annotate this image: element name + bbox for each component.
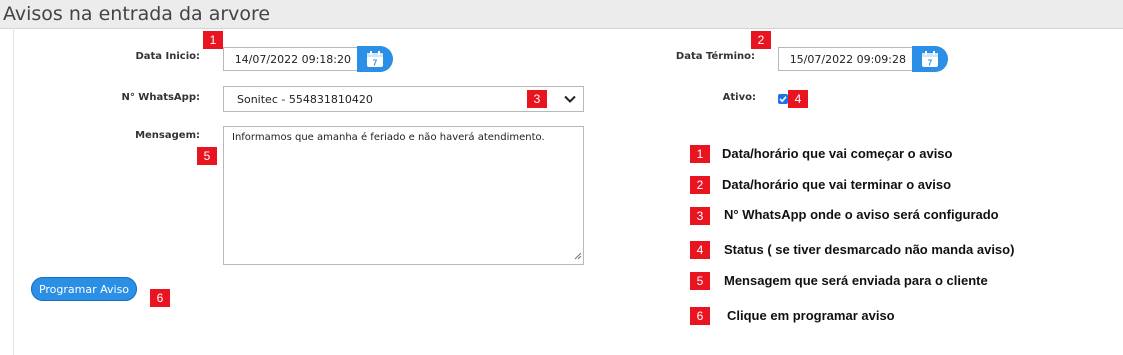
legend-text-5: Mensagem que será enviada para o cliente — [724, 273, 988, 288]
ativo-label: Ativo: — [722, 92, 756, 103]
legend-text-6: Clique em programar aviso — [727, 308, 895, 323]
legend-marker-1: 1 — [690, 145, 710, 163]
calendar-icon: 7 — [922, 51, 938, 68]
legend-marker-4: 4 — [690, 241, 710, 259]
svg-text:7: 7 — [373, 59, 378, 68]
resize-handle-icon[interactable] — [574, 252, 582, 263]
mensagem-label: Mensagem: — [135, 130, 200, 141]
page-header: Avisos na entrada da arvore — [0, 0, 1123, 29]
marker-1: 1 — [203, 31, 223, 49]
legend-marker-2: 2 — [690, 176, 710, 194]
legend-text-4: Status ( se tiver desmarcado não manda a… — [724, 242, 1015, 257]
panel-divider — [13, 28, 14, 355]
legend-text-2: Data/horário que vai terminar o aviso — [722, 177, 952, 192]
svg-text:7: 7 — [928, 59, 933, 68]
marker-6: 6 — [150, 289, 170, 307]
ativo-checkbox[interactable] — [778, 94, 788, 104]
marker-2: 2 — [751, 31, 771, 49]
data-inicio-label: Data Inicio: — [135, 51, 200, 62]
legend-marker-6: 6 — [690, 307, 710, 325]
calendar-icon: 7 — [367, 51, 383, 68]
whatsapp-selected-value: Sonitec - 554831810420 — [237, 93, 373, 106]
marker-3: 3 — [527, 90, 547, 108]
whatsapp-label: N° WhatsApp: — [121, 92, 200, 103]
mensagem-textarea[interactable]: Informamos que amanha é feriado e não ha… — [223, 126, 584, 265]
data-inicio-calendar-button[interactable]: 7 — [357, 46, 393, 72]
legend-marker-5: 5 — [690, 272, 710, 290]
checkmark-icon — [779, 96, 787, 103]
mensagem-text: Informamos que amanha é feriado e não ha… — [232, 132, 545, 143]
marker-4: 4 — [788, 90, 808, 108]
data-termino-calendar-button[interactable]: 7 — [912, 46, 948, 72]
chevron-down-icon — [563, 91, 577, 110]
programar-aviso-button[interactable]: Programar Aviso — [31, 277, 137, 301]
legend-text-3: N° WhatsApp onde o aviso será configurad… — [724, 207, 999, 222]
legend-marker-3: 3 — [690, 207, 710, 225]
page-title: Avisos na entrada da arvore — [3, 3, 271, 25]
data-termino-label: Data Término: — [675, 51, 755, 62]
legend-text-1: Data/horário que vai começar o aviso — [722, 146, 953, 161]
marker-5: 5 — [197, 147, 217, 165]
data-inicio-input[interactable]: 14/07/2022 09:18:20 — [223, 47, 357, 71]
data-termino-input[interactable]: 15/07/2022 09:09:28 — [778, 47, 912, 71]
